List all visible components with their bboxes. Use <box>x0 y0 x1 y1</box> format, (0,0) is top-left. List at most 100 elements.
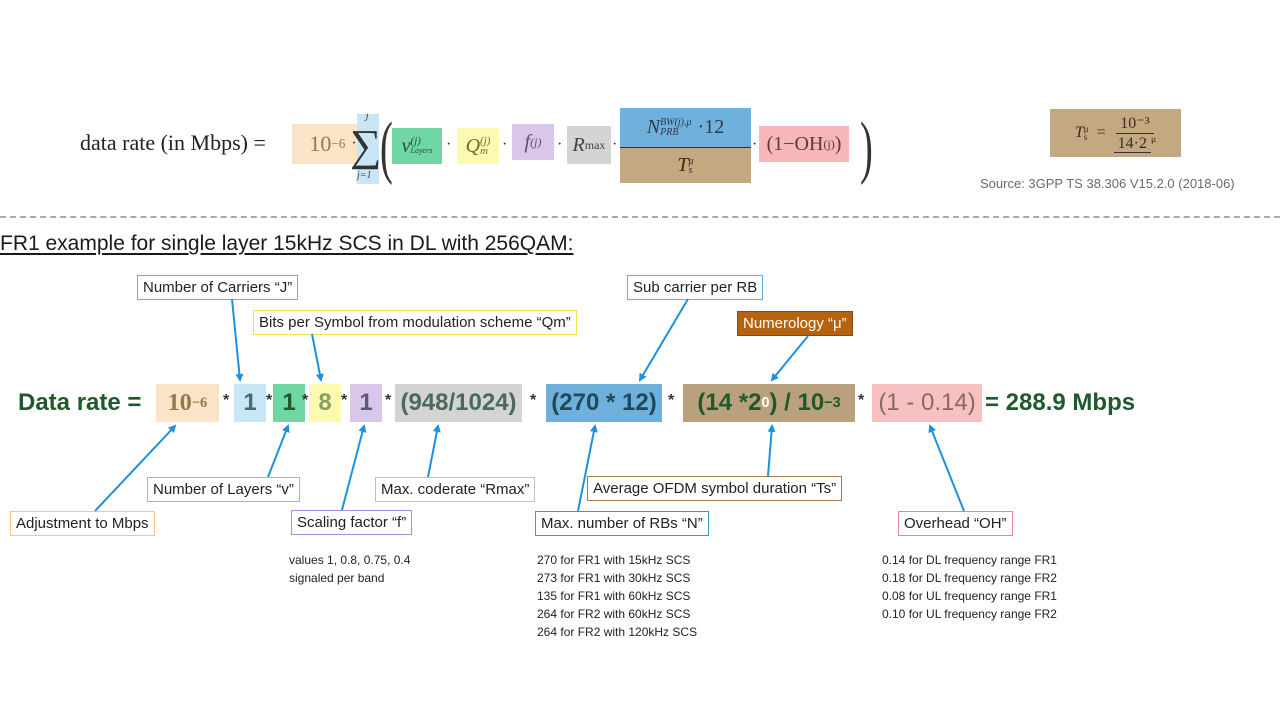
formula-coderate-term: Rmax <box>567 126 611 164</box>
eq-carriers-term: 1 <box>234 384 266 422</box>
q-symbol: Q <box>465 134 481 157</box>
multiply-dot: · <box>502 136 508 153</box>
eq-layers-term: 1 <box>273 384 305 422</box>
close-paren: ) <box>860 109 873 186</box>
note-line: 0.18 for DL frequency range FR2 <box>882 571 1057 585</box>
n-sup: BW(j),μ <box>660 116 692 128</box>
ts-fraction: 10⁻³ 14·2 μ <box>1113 113 1157 154</box>
multiply-operator: * <box>385 392 392 409</box>
formula-layers-term: v (j) Layers <box>392 128 442 164</box>
eq-scale-exp: −6 <box>191 394 208 411</box>
arrow-carriers <box>231 298 244 382</box>
multiply-operator: * <box>668 392 675 409</box>
formula-scaling-term: f (j) <box>512 124 554 160</box>
eq-scale-term: 10 −6 <box>156 384 219 422</box>
callout-carriers: Number of Carriers “J” <box>137 275 299 300</box>
callout-adjustment: Adjustment to Mbps <box>10 511 155 536</box>
arrow-subcarrier <box>638 298 689 382</box>
n-sub: PRB <box>660 126 679 138</box>
multiply-operator: * <box>530 392 537 409</box>
note-line: 270 for FR1 with 15kHz SCS <box>537 553 691 567</box>
callout-bits-per-symbol: Bits per Symbol from modulation scheme “… <box>253 310 577 335</box>
arrow-rmax <box>427 424 441 478</box>
oh-symbol: (1−OH <box>766 132 824 155</box>
arrow-numerology <box>770 335 809 382</box>
example-title: FR1 example for single layer 15kHz SCS i… <box>0 232 574 255</box>
equation-label: Data rate = <box>18 389 142 416</box>
ts-symbol: T <box>1074 124 1084 141</box>
note-line: values 1, 0.8, 0.75, 0.4 <box>289 553 411 567</box>
r-symbol: R <box>572 133 585 156</box>
callout-overhead: Overhead “OH” <box>898 511 1013 536</box>
eq-ofdm-term: (14 *2 0) / 10 −3 <box>683 384 855 422</box>
callout-scaling-factor: Scaling factor “f” <box>291 510 413 535</box>
note-line: signaled per band <box>289 571 385 585</box>
ts-formula: Tμ s = 10⁻³ 14·2 μ <box>1050 109 1181 157</box>
eq-bits-term: 8 <box>309 384 341 422</box>
sum-lower-limit: j=1 <box>357 170 372 181</box>
arrow-ofdm <box>767 424 776 477</box>
arrow-scaling <box>341 424 367 511</box>
oh-sup: (j) <box>823 136 835 151</box>
eq-ofdm-exp2: −3 <box>824 395 841 411</box>
v-sub: Layers <box>410 146 433 155</box>
multiply-operator: * <box>302 392 309 409</box>
eq-ofdm-exp: 0 <box>761 395 770 411</box>
multiply-dot: · <box>446 136 452 153</box>
note-line: 264 for FR2 with 60kHz SCS <box>537 607 691 621</box>
multiply-operator: * <box>223 392 230 409</box>
arrow-overhead <box>928 424 965 512</box>
t-sub: s <box>688 164 693 176</box>
multiply-dot: · <box>557 136 563 153</box>
note-line: 135 for FR1 with 60kHz SCS <box>537 589 691 603</box>
q-sub: m <box>480 145 488 157</box>
eq-ofdm-a: (14 *2 <box>697 389 762 416</box>
callout-numerology: Numerology “μ” <box>737 311 853 336</box>
formula-rb-term: N BW(j),μ PRB ·12 <box>620 108 751 147</box>
note-line: 0.10 for UL frequency range FR2 <box>882 607 1057 621</box>
callout-rbs: Max. number of RBs “N” <box>535 511 709 536</box>
f-sup: (j) <box>530 134 542 149</box>
formula-overhead-term: (1−OH (j)) <box>759 126 849 162</box>
multiply-dot: · <box>612 136 618 153</box>
n-symbol: N <box>646 116 661 138</box>
eq-overhead-term: (1 - 0.14) <box>872 384 982 422</box>
formula-symbol-duration-term: Tμs <box>620 148 751 183</box>
n-multiplier: ·12 <box>697 116 725 138</box>
notes-overhead: 0.14 for DL frequency range FR1 0.18 for… <box>882 551 1057 623</box>
note-line: 264 for FR2 with 120kHz SCS <box>537 625 698 639</box>
t-symbol: T <box>677 154 689 176</box>
scale-base: 10 <box>309 131 332 156</box>
ts-equals: = <box>1096 124 1106 141</box>
multiply-dot: · <box>752 136 758 153</box>
section-divider <box>0 216 1280 218</box>
ts-sub: s <box>1083 132 1088 142</box>
eq-result: = 288.9 Mbps <box>985 389 1136 416</box>
scale-exponent: −6 <box>331 136 346 151</box>
eq-scaling-term: 1 <box>350 384 382 422</box>
callout-layers: Number of Layers “v” <box>147 477 300 502</box>
formula-modulation-term: Q (j) m <box>457 128 499 164</box>
sum-upper-limit: J <box>364 113 369 124</box>
ts-numerator: 10⁻³ <box>1116 113 1154 134</box>
notes-scaling: values 1, 0.8, 0.75, 0.4 signaled per ba… <box>289 551 410 587</box>
multiply-operator: * <box>341 392 348 409</box>
ts-denominator: 14·2 μ <box>1113 133 1157 154</box>
callout-ofdm-duration: Average OFDM symbol duration “Ts” <box>587 476 843 501</box>
sigma-symbol: ∑ <box>350 121 382 170</box>
open-paren: ( <box>380 109 393 186</box>
r-sub: max <box>584 137 606 152</box>
note-line: 273 for FR1 with 30kHz SCS <box>537 571 691 585</box>
v-symbol: v <box>401 134 411 157</box>
ts-denominator-exp: μ <box>1150 133 1157 145</box>
oh-close: ) <box>834 132 842 155</box>
eq-coderate-term: (948/1024) <box>395 384 522 422</box>
formula-label: data rate (in Mbps) = <box>80 130 266 155</box>
v-sup: (j) <box>410 135 421 147</box>
multiply-operator: * <box>858 392 865 409</box>
note-line: 0.08 for UL frequency range FR1 <box>882 589 1057 603</box>
arrow-layers <box>267 424 290 478</box>
arrow-bits <box>311 333 324 382</box>
callout-subcarrier: Sub carrier per RB <box>627 275 764 300</box>
multiply-operator: * <box>266 392 273 409</box>
